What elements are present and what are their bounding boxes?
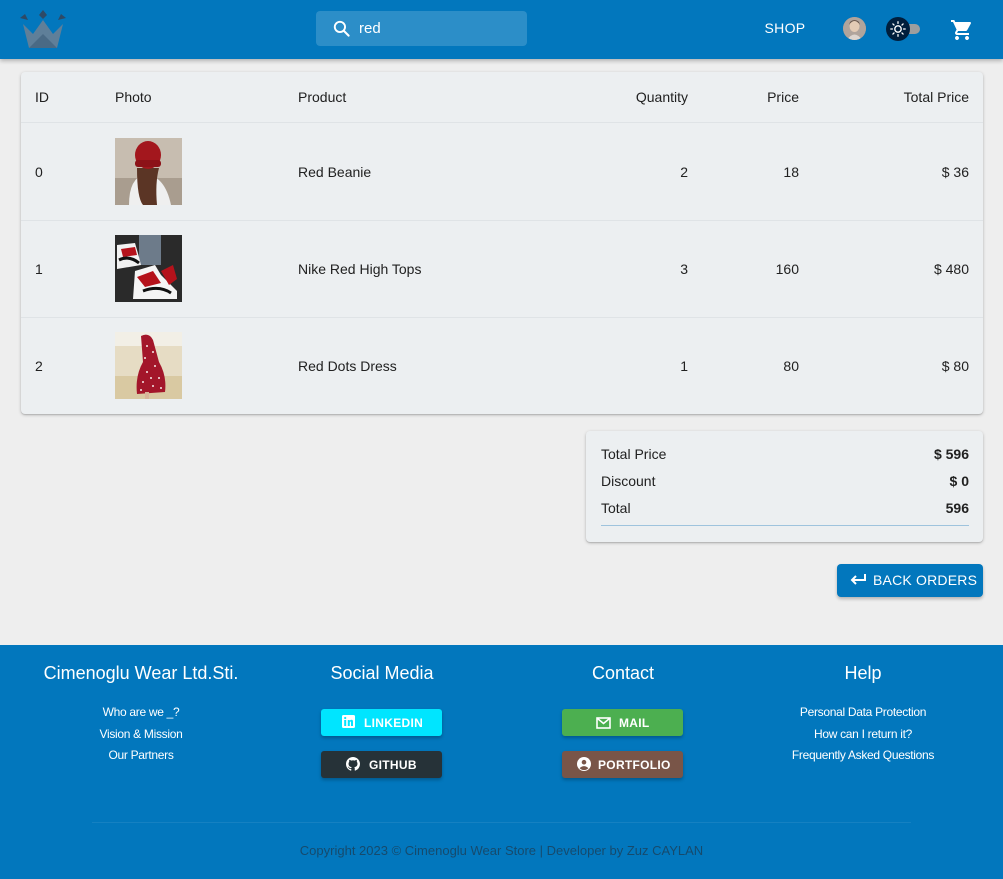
total-price-label: Total Price — [601, 446, 667, 462]
footer-link-how-can-i-return[interactable]: How can I return it? — [743, 727, 983, 741]
product-quantity: 3 — [680, 261, 688, 277]
footer-link-who-are-we[interactable]: Who are we _? — [21, 705, 261, 719]
product-quantity: 1 — [680, 358, 688, 374]
row-id: 1 — [35, 261, 43, 277]
back-orders-button[interactable]: BACK ORDERS — [837, 564, 983, 597]
footer-link-faq[interactable]: Frequently Asked Questions — [743, 748, 983, 762]
total-label: Total — [601, 500, 631, 516]
crown-logo-icon[interactable] — [19, 10, 67, 50]
product-image-nike-red-high-tops — [115, 235, 182, 302]
product-quantity: 2 — [680, 164, 688, 180]
product-name: Red Beanie — [298, 164, 372, 180]
footer-help-title: Help — [844, 663, 882, 683]
row-id: 0 — [35, 164, 43, 180]
theme-toggle[interactable] — [886, 17, 922, 41]
linkedin-button[interactable]: LINKEDIN — [321, 709, 442, 736]
footer-company-title: Cimenoglu Wear Ltd.Sti. — [43, 663, 239, 683]
total-value: 596 — [945, 500, 969, 516]
mail-label: MAIL — [619, 716, 650, 730]
product-total-price: $ 80 — [941, 358, 969, 374]
column-header-price: Price — [767, 89, 799, 105]
footer-social-title: Social Media — [330, 663, 434, 683]
footer-link-vision-mission[interactable]: Vision & Mission — [21, 727, 261, 741]
sun-icon — [890, 21, 906, 37]
mail-button[interactable]: MAIL — [562, 709, 683, 736]
column-header-product: Product — [298, 89, 347, 105]
row-divider — [21, 122, 983, 123]
column-header-photo: Photo — [115, 89, 152, 105]
cart-icon[interactable] — [950, 18, 974, 42]
product-price: 18 — [783, 164, 799, 180]
account-circle-icon — [577, 757, 591, 771]
product-name: Nike Red High Tops — [298, 261, 422, 277]
product-name: Red Dots Dress — [298, 358, 397, 374]
footer-contact-title: Contact — [591, 663, 655, 683]
row-divider — [21, 317, 983, 318]
mail-icon — [596, 717, 611, 729]
search-input[interactable] — [359, 11, 519, 46]
portfolio-label: PORTFOLIO — [598, 758, 671, 772]
footer: Cimenoglu Wear Ltd.Sti. Who are we _? Vi… — [0, 645, 1003, 879]
product-price: 160 — [775, 261, 799, 277]
portfolio-button[interactable]: PORTFOLIO — [562, 751, 683, 778]
discount-label: Discount — [601, 473, 656, 489]
avatar[interactable] — [843, 17, 866, 40]
product-total-price: $ 480 — [933, 261, 969, 277]
footer-divider — [92, 822, 911, 823]
row-divider — [21, 220, 983, 221]
github-label: GITHUB — [369, 758, 417, 772]
column-header-quantity: Quantity — [635, 89, 688, 105]
return-arrow-icon — [850, 574, 866, 585]
summary-divider — [601, 525, 969, 526]
product-price: 80 — [783, 358, 799, 374]
order-table: ID Photo Product Quantity Price Total Pr… — [21, 72, 983, 414]
github-button[interactable]: GITHUB — [321, 751, 442, 778]
app-bar: SHOP — [0, 0, 1003, 59]
product-image-red-dots-dress — [115, 332, 182, 399]
order-summary: Total Price $ 596 Discount $ 0 Total 596 — [586, 431, 983, 542]
linkedin-icon — [342, 715, 355, 728]
total-price-value: $ 596 — [933, 446, 969, 462]
shop-link[interactable]: SHOP — [752, 10, 818, 46]
footer-link-our-partners[interactable]: Our Partners — [21, 748, 261, 762]
row-id: 2 — [35, 358, 43, 374]
github-icon — [346, 757, 360, 771]
product-image-red-beanie — [115, 138, 182, 205]
theme-toggle-thumb — [886, 17, 910, 41]
discount-value: $ 0 — [949, 473, 969, 489]
search-icon — [333, 20, 350, 37]
search-box[interactable] — [316, 11, 527, 46]
linkedin-label: LINKEDIN — [364, 716, 424, 730]
column-header-id: ID — [35, 89, 49, 105]
back-orders-label: BACK ORDERS — [873, 572, 978, 588]
copyright-text: Copyright 2023 © Cimenoglu Wear Store | … — [299, 843, 704, 858]
column-header-total-price: Total Price — [903, 89, 969, 105]
footer-link-personal-data-protection[interactable]: Personal Data Protection — [743, 705, 983, 719]
product-total-price: $ 36 — [941, 164, 969, 180]
